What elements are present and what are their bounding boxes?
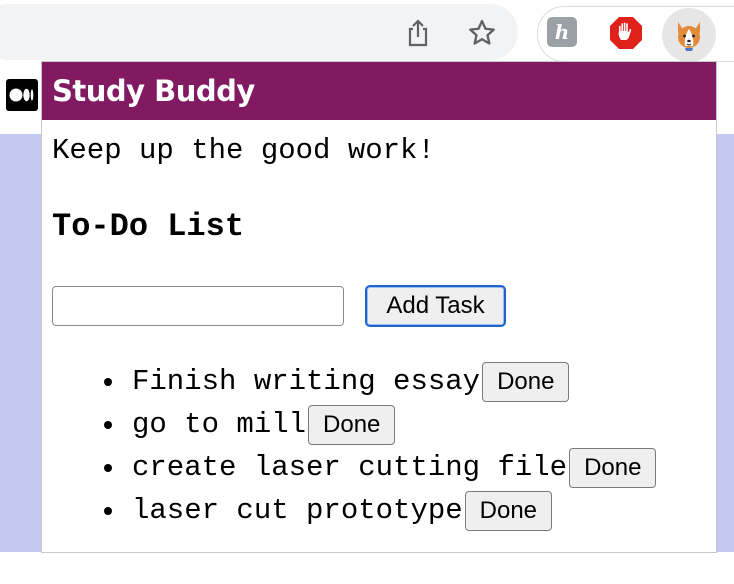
popup-title: Study Buddy	[52, 74, 255, 108]
todo-list-heading: To-Do List	[52, 208, 245, 245]
done-button[interactable]: Done	[569, 447, 657, 488]
bullet-icon	[104, 506, 112, 515]
share-icon[interactable]	[402, 16, 434, 50]
bullet-icon	[104, 463, 112, 472]
task-text: go to mill	[132, 408, 307, 441]
task-text: Finish writing essay	[132, 365, 481, 398]
new-task-input[interactable]	[52, 286, 344, 326]
add-task-button[interactable]: Add Task	[365, 285, 506, 327]
browser-toolbar: h	[0, 0, 734, 62]
task-text: laser cut prototype	[132, 494, 463, 527]
task-item: Finish writing essay Done	[104, 360, 570, 403]
popup-header: Study Buddy	[42, 62, 716, 120]
honey-glyph: h	[554, 20, 570, 44]
task-item: create laser cutting file Done	[104, 446, 657, 489]
honey-extension-icon[interactable]: h	[547, 17, 577, 47]
done-button[interactable]: Done	[308, 404, 396, 445]
done-button[interactable]: Done	[464, 490, 553, 531]
adblock-extension-icon[interactable]	[609, 16, 643, 50]
task-item: go to mill Done	[104, 403, 396, 446]
task-text: create laser cutting file	[132, 451, 568, 484]
encouragement-text: Keep up the good work!	[52, 134, 435, 167]
medium-logo-icon[interactable]	[6, 79, 38, 111]
page-background-right	[716, 134, 734, 552]
bookmark-star-icon[interactable]	[464, 16, 500, 50]
task-item: laser cut prototype Done	[104, 489, 553, 532]
done-button[interactable]: Done	[482, 361, 570, 402]
page-background-left	[0, 134, 42, 552]
extension-popup: Study Buddy Keep up the good work! To-Do…	[42, 62, 716, 552]
address-bar[interactable]	[0, 4, 518, 60]
bullet-icon	[104, 377, 112, 386]
bullet-icon	[104, 420, 112, 429]
corgi-extension-icon[interactable]	[662, 8, 716, 62]
page-bottom	[0, 552, 734, 584]
